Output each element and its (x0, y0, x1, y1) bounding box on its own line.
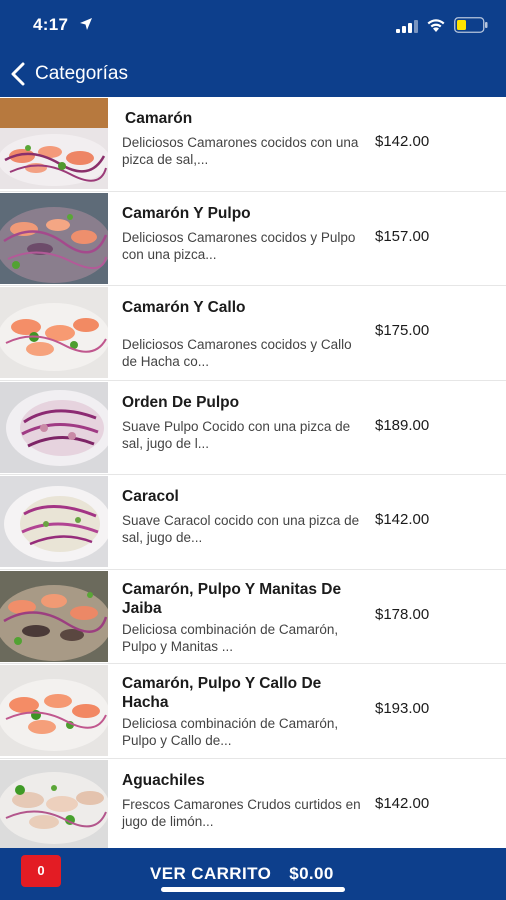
product-price: $142.00 (375, 511, 430, 528)
product-price: $142.00 (375, 133, 430, 150)
back-chevron-icon (11, 62, 25, 86)
product-description: Deliciosos Camarones cocidos y Pulpo con… (122, 229, 356, 262)
product-title: Orden De Pulpo (122, 393, 240, 411)
product-price: $178.00 (375, 605, 430, 623)
product-price: $189.00 (375, 416, 430, 434)
product-image (0, 287, 108, 378)
product-description: Deliciosa combinación de Camarón, Pulpo … (122, 621, 339, 654)
product-description: Frescos Camarones Crudos curtidos en jug… (122, 796, 361, 829)
wifi-icon (427, 19, 445, 32)
status-time: 4:17 (33, 15, 69, 34)
product-title: Camarón, Pulpo Y Callo De Hacha (122, 675, 322, 711)
product-price: $157.00 (375, 227, 430, 245)
view-cart-label: VER CARRITO (150, 864, 272, 883)
list-item[interactable]: Camarón Y Pulpo Deliciosos Camarones coc… (0, 192, 506, 286)
view-cart-button[interactable]: VER CARRITO $0.00 (150, 864, 334, 884)
bottom-bar: 0 VER CARRITO $0.00 (0, 848, 506, 900)
product-description: Suave Caracol cocido con una pizca de sa… (122, 513, 360, 545)
cart-count-badge[interactable]: 0 (21, 855, 61, 887)
list-item[interactable]: Camarón Y Callo Deliciosos Camarones coc… (0, 286, 506, 381)
list-item[interactable]: Camarón Deliciosos Camarones cocidos con… (0, 97, 506, 192)
back-label: Categorías (35, 63, 128, 84)
product-title: Camarón Y Callo (122, 299, 246, 316)
product-image (0, 570, 108, 662)
product-image (0, 665, 108, 756)
location-arrow-icon (80, 18, 92, 30)
product-image (0, 192, 108, 284)
product-image (0, 476, 108, 567)
battery-icon (454, 17, 488, 33)
product-title: Aguachiles (122, 771, 205, 789)
list-item[interactable]: Aguachiles Frescos Camarones Crudos curt… (0, 759, 506, 848)
list-item[interactable]: Camarón, Pulpo Y Callo De Hacha Delicios… (0, 664, 506, 759)
product-image (0, 759, 108, 848)
product-price: $175.00 (375, 322, 430, 339)
product-title: Camarón (125, 110, 193, 127)
product-price: $142.00 (375, 794, 430, 812)
top-bar: 4:17 Categorías (0, 0, 506, 97)
product-description: Deliciosos Camarones cocidos con una piz… (122, 135, 359, 167)
list-item[interactable]: Caracol Suave Caracol cocido con una piz… (0, 475, 506, 570)
product-price: $193.00 (375, 700, 430, 717)
product-description: Suave Pulpo Cocido con una pizca de sal,… (122, 418, 351, 451)
product-description: Deliciosos Camarones cocidos y Callo de … (122, 337, 352, 369)
back-button[interactable]: Categorías (10, 59, 128, 89)
signal-icon (396, 20, 418, 33)
cart-total: $0.00 (289, 864, 334, 883)
product-description: Deliciosa combinación de Camarón, Pulpo … (122, 716, 339, 748)
status-bar: 4:17 (0, 0, 506, 50)
navigation-bar: Categorías (0, 50, 506, 97)
product-title: Camarón Y Pulpo (122, 204, 251, 222)
product-title: Caracol (122, 488, 179, 505)
product-image (0, 381, 108, 473)
product-image (0, 98, 108, 189)
list-item[interactable]: Camarón, Pulpo Y Manitas De Jaiba Delici… (0, 570, 506, 664)
home-indicator (161, 887, 345, 892)
list-item[interactable]: Orden De Pulpo Suave Pulpo Cocido con un… (0, 381, 506, 475)
product-list: Camarón Deliciosos Camarones cocidos con… (0, 97, 506, 848)
product-title: Camarón, Pulpo Y Manitas De Jaiba (122, 580, 342, 617)
